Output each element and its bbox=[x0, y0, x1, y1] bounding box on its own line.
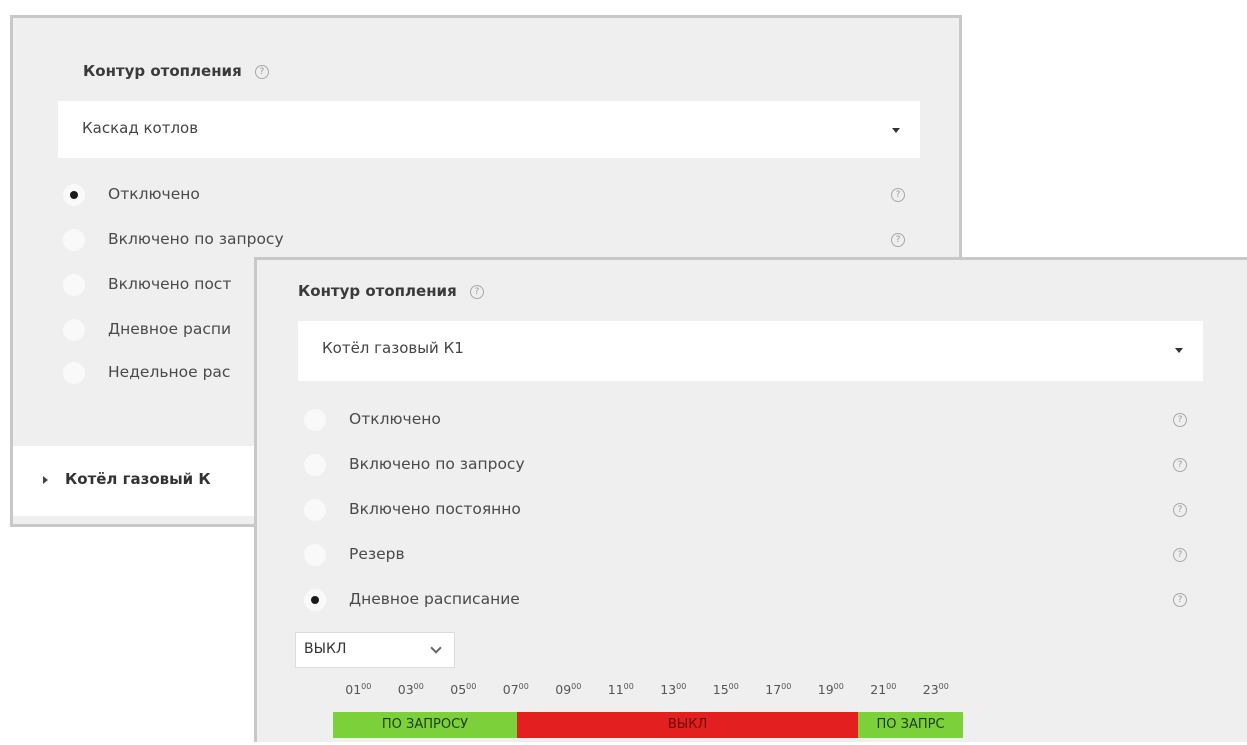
back-option-off[interactable]: Отключено ? bbox=[63, 183, 923, 209]
hour-tick-label: 0700 bbox=[502, 682, 529, 697]
hour-tick-label: 1100 bbox=[607, 682, 634, 697]
back-section-title-text: Контур отопления bbox=[83, 62, 242, 80]
help-icon[interactable]: ? bbox=[891, 188, 905, 202]
schedule-segment[interactable]: ВЫКЛ bbox=[516, 712, 858, 738]
option-label: Включено по запросу bbox=[108, 230, 284, 248]
back-boiler-select[interactable]: Каскад котлов bbox=[58, 101, 920, 158]
hour-tick-label: 0100 bbox=[345, 682, 372, 697]
back-section-title: Контур отопления ? bbox=[83, 62, 269, 80]
radio-button[interactable] bbox=[63, 184, 85, 206]
hour-tick-label: 0300 bbox=[397, 682, 424, 697]
option-label: Включено пост bbox=[108, 275, 232, 293]
schedule-segment[interactable]: ПО ЗАПРС bbox=[858, 712, 963, 738]
hour-tick-label: 0900 bbox=[555, 682, 582, 697]
radio-button[interactable] bbox=[63, 319, 85, 341]
schedule-segment-label: ВЫКЛ bbox=[667, 717, 708, 732]
help-icon[interactable]: ? bbox=[891, 233, 905, 247]
radio-button[interactable] bbox=[63, 274, 85, 296]
back-option-weekly-schedule[interactable]: Недельное рас bbox=[63, 361, 263, 387]
help-icon[interactable]: ? bbox=[254, 64, 269, 79]
back-option-daily-schedule[interactable]: Дневное распи bbox=[63, 318, 263, 344]
hour-tick-label: 1700 bbox=[765, 682, 792, 697]
hour-tick-label: 1300 bbox=[660, 682, 687, 697]
schedule-segment-label: ПО ЗАПРОСУ bbox=[381, 717, 469, 732]
radio-button[interactable] bbox=[63, 229, 85, 251]
option-label: Дневное распи bbox=[108, 320, 232, 338]
expand-arrow-icon bbox=[43, 476, 48, 484]
dropdown-caret-icon bbox=[892, 128, 900, 133]
radio-button[interactable] bbox=[63, 362, 85, 384]
back-option-always-on[interactable]: Включено пост bbox=[63, 273, 263, 299]
option-label: Отключено bbox=[108, 185, 200, 203]
back-boiler-select-value: Каскад котлов bbox=[82, 119, 199, 137]
hour-tick-label: 2300 bbox=[922, 682, 949, 697]
hour-tick-label: 0500 bbox=[450, 682, 477, 697]
option-label: Недельное рас bbox=[108, 363, 231, 381]
daily-schedule-timeline: 0100 0300 0500 0700 0900 1100 1300 1500 1700 1900… bbox=[257, 260, 1247, 745]
back-option-on-demand[interactable]: Включено по запросу ? bbox=[63, 228, 923, 254]
back-accordion-label: Котёл газовый К bbox=[65, 470, 211, 488]
hour-tick-label: 2100 bbox=[870, 682, 897, 697]
schedule-segment-label: ПО ЗАПРС bbox=[876, 717, 945, 732]
front-heating-panel: Контур отопления ? Котёл газовый К1 Откл… bbox=[254, 257, 1247, 742]
hour-tick-label: 1900 bbox=[817, 682, 844, 697]
schedule-segment[interactable]: ПО ЗАПРОСУ bbox=[333, 712, 517, 738]
hour-tick-label: 1500 bbox=[712, 682, 739, 697]
